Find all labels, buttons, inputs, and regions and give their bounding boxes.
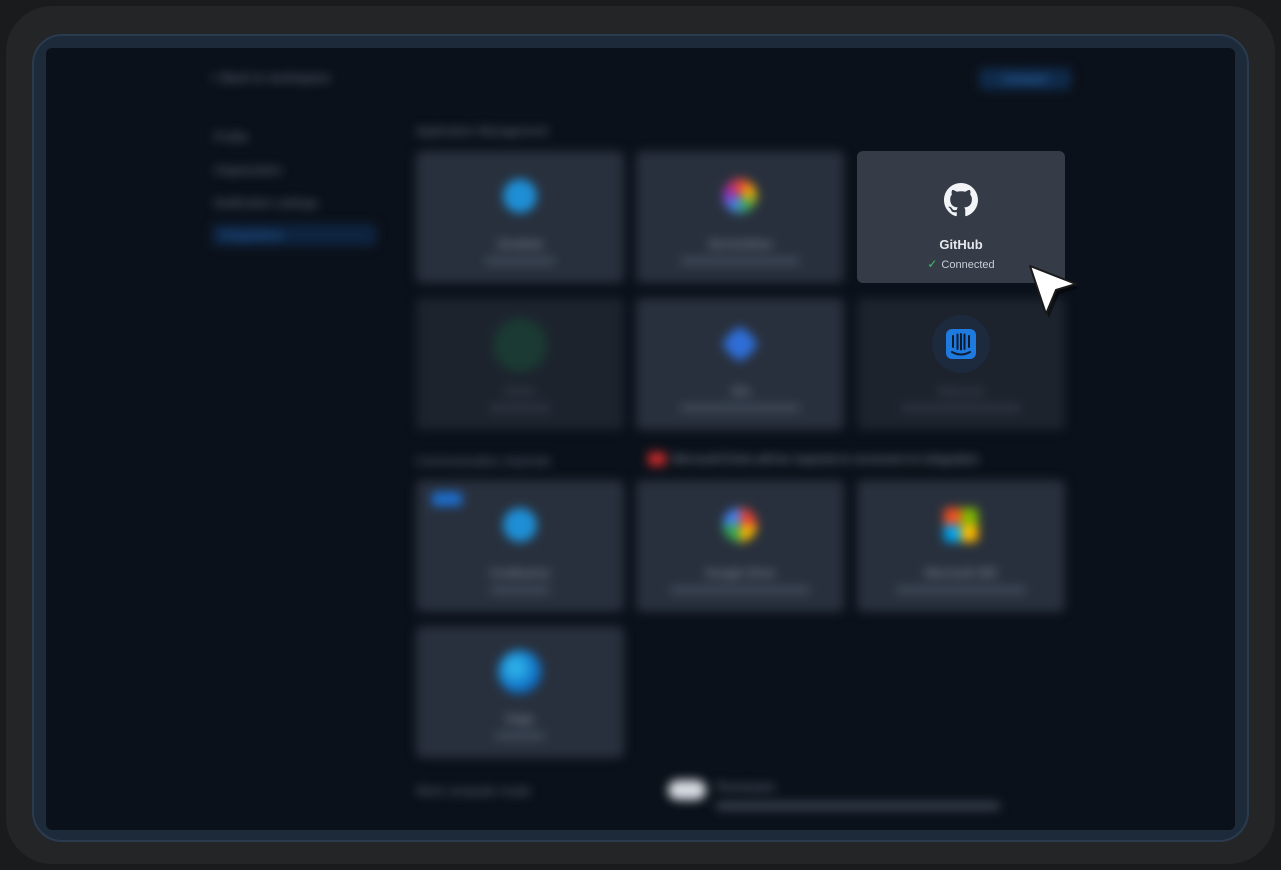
card-status — [896, 586, 1026, 594]
card-name: Zendesk — [496, 237, 544, 251]
github-icon — [944, 183, 978, 217]
card-jira[interactable]: Jira — [636, 298, 844, 430]
jira-icon — [720, 324, 760, 364]
toggle-description — [716, 802, 1000, 810]
card-name: Google Drive — [704, 566, 776, 580]
intercom-glyph — [946, 329, 976, 359]
card-status — [490, 404, 550, 412]
card-status — [680, 404, 800, 412]
connect-button[interactable]: Connect — [979, 68, 1071, 90]
card-status — [490, 586, 550, 594]
warning-text: Microsoft Entra will be required to reco… — [672, 452, 979, 466]
card-name-github: GitHub — [939, 237, 983, 252]
google-icon — [723, 508, 757, 542]
card-name: Edge — [505, 712, 535, 726]
card-zendesk[interactable]: Zendesk — [416, 151, 624, 283]
card-status — [680, 257, 800, 265]
toggle-label: Permission — [716, 780, 776, 794]
confluence-icon — [503, 508, 537, 542]
edge-icon — [498, 650, 542, 694]
card-google-drive[interactable]: Google Drive — [636, 480, 844, 612]
card-status — [485, 257, 555, 265]
section-title-work-computer: Work computer mode — [416, 784, 531, 798]
work-mode-toggle[interactable] — [668, 780, 706, 800]
card-microsoft[interactable]: Microsoft 365 — [857, 480, 1065, 612]
warning-icon — [648, 452, 666, 466]
microsoft-icon — [944, 508, 978, 542]
card-name: Jira — [730, 384, 750, 398]
intercom-icon — [932, 315, 990, 373]
sidebar-item-notifications[interactable]: Notification settings — [214, 196, 318, 210]
card-status — [670, 586, 810, 594]
back-link[interactable]: < Back to workspace — [210, 70, 330, 85]
section-title-communication: Communication channels — [416, 454, 551, 468]
card-name: Microsoft 365 — [924, 566, 998, 580]
card-edge[interactable]: Edge — [416, 626, 624, 758]
card-confluence[interactable]: Confluence — [416, 480, 624, 612]
new-badge — [432, 492, 462, 506]
app-screen: < Back to workspace Connect Profile Orga… — [46, 48, 1235, 830]
mouse-cursor-icon — [1029, 265, 1079, 318]
zendesk-icon — [503, 179, 537, 213]
servicenow-icon — [723, 179, 757, 213]
card-name: Confluence — [489, 566, 551, 580]
card-name: ServiceNow — [707, 237, 773, 251]
card-servicenow[interactable]: ServiceNow — [636, 151, 844, 283]
card-name: Intercom — [937, 384, 985, 398]
card-status — [901, 404, 1021, 412]
zoom-icon — [493, 318, 547, 372]
card-status — [495, 732, 545, 740]
card-zoom[interactable]: Zoom — [416, 298, 624, 430]
card-name: Zoom — [504, 384, 536, 398]
section-title-app-management: Application Management — [416, 124, 549, 138]
status-text: Connected — [941, 259, 995, 271]
sidebar-item-profile[interactable]: Profile — [214, 130, 248, 144]
check-icon: ✓ — [927, 257, 938, 271]
sidebar-item-integrations[interactable]: Integrations — [212, 224, 376, 246]
sidebar-item-organization[interactable]: Organization — [214, 163, 282, 177]
